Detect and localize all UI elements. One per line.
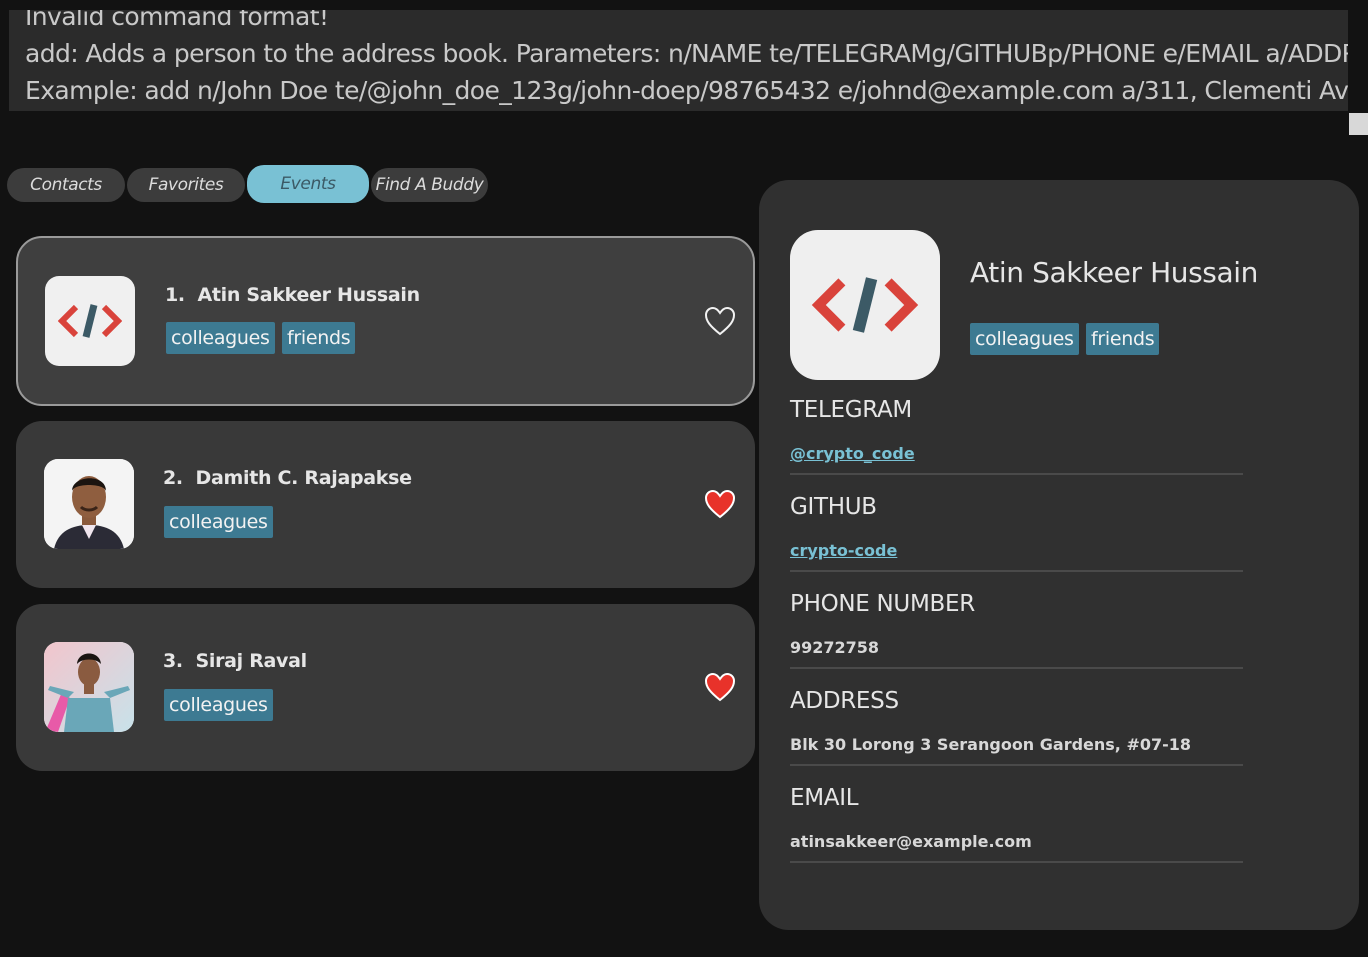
tag: colleagues (166, 322, 275, 354)
github-value[interactable]: crypto-code (790, 541, 897, 560)
person-card[interactable]: 1. Atin Sakkeer Hussain colleagues frien… (16, 236, 755, 406)
heart-outline-icon[interactable] (704, 306, 736, 336)
person-name: 2. Damith C. Rajapakse (163, 467, 412, 489)
tag: friends (1086, 323, 1160, 355)
tab-events[interactable]: Events (247, 165, 369, 203)
tab-find-a-buddy[interactable]: Find A Buddy (371, 168, 488, 202)
tab-label: Events (280, 174, 336, 194)
tag: colleagues (970, 323, 1079, 355)
email-label: EMAIL (790, 785, 859, 811)
person-card[interactable]: 2. Damith C. Rajapakse colleagues (16, 421, 755, 588)
address-value: Blk 30 Lorong 3 Serangoon Gardens, #07-1… (790, 735, 1192, 754)
tag: colleagues (164, 689, 273, 721)
github-label: GITHUB (790, 494, 877, 520)
person-index: 1. (165, 284, 185, 306)
person-index: 3. (163, 650, 183, 672)
person-name: 3. Siraj Raval (163, 650, 307, 672)
github-link[interactable]: crypto-code (790, 541, 897, 560)
heart-filled-icon[interactable] (704, 672, 736, 702)
tab-label: Favorites (148, 175, 224, 195)
telegram-link[interactable]: @crypto_code (790, 444, 915, 463)
scrollbar-thumb[interactable] (1349, 113, 1368, 135)
phone-label: PHONE NUMBER (790, 591, 975, 617)
divider (790, 764, 1243, 766)
tab-label: Contacts (30, 175, 102, 195)
profile-photo (44, 459, 134, 549)
telegram-value[interactable]: @crypto_code (790, 444, 915, 463)
telegram-label: TELEGRAM (790, 397, 912, 423)
detail-name: Atin Sakkeer Hussain (970, 256, 1258, 289)
tag: friends (282, 322, 356, 354)
person-name-text: Siraj Raval (195, 650, 307, 672)
profile-photo (44, 642, 134, 732)
person-name-text: Atin Sakkeer Hussain (197, 284, 420, 306)
person-name-text: Damith C. Rajapakse (195, 467, 412, 489)
result-text: Invalid command format! add: Adds a perso… (25, 10, 1348, 109)
person-card[interactable]: 3. Siraj Raval colleagues (16, 604, 755, 771)
result-display: Invalid command format! add: Adds a perso… (9, 10, 1348, 111)
phone-value: 99272758 (790, 638, 880, 657)
tag: colleagues (164, 506, 273, 538)
tab-contacts[interactable]: Contacts (7, 168, 125, 202)
person-detail-panel: Atin Sakkeer Hussain colleagues friends … (759, 180, 1359, 930)
address-label: ADDRESS (790, 688, 899, 714)
divider (790, 667, 1243, 669)
divider (790, 570, 1243, 572)
divider (790, 861, 1243, 863)
result-line: Example: add n/John Doe te/@john_doe_123… (25, 76, 1348, 105)
code-logo-icon (790, 230, 940, 380)
code-logo-icon (45, 276, 135, 366)
result-line: add: Adds a person to the address book. … (25, 39, 1348, 68)
divider (790, 473, 1243, 475)
tab-label: Find A Buddy (375, 175, 484, 195)
email-value: atinsakkeer@example.com (790, 832, 1032, 851)
heart-filled-icon[interactable] (704, 489, 736, 519)
person-name: 1. Atin Sakkeer Hussain (165, 284, 420, 306)
person-index: 2. (163, 467, 183, 489)
tab-favorites[interactable]: Favorites (127, 168, 245, 202)
result-line: Invalid command format! (25, 10, 329, 31)
